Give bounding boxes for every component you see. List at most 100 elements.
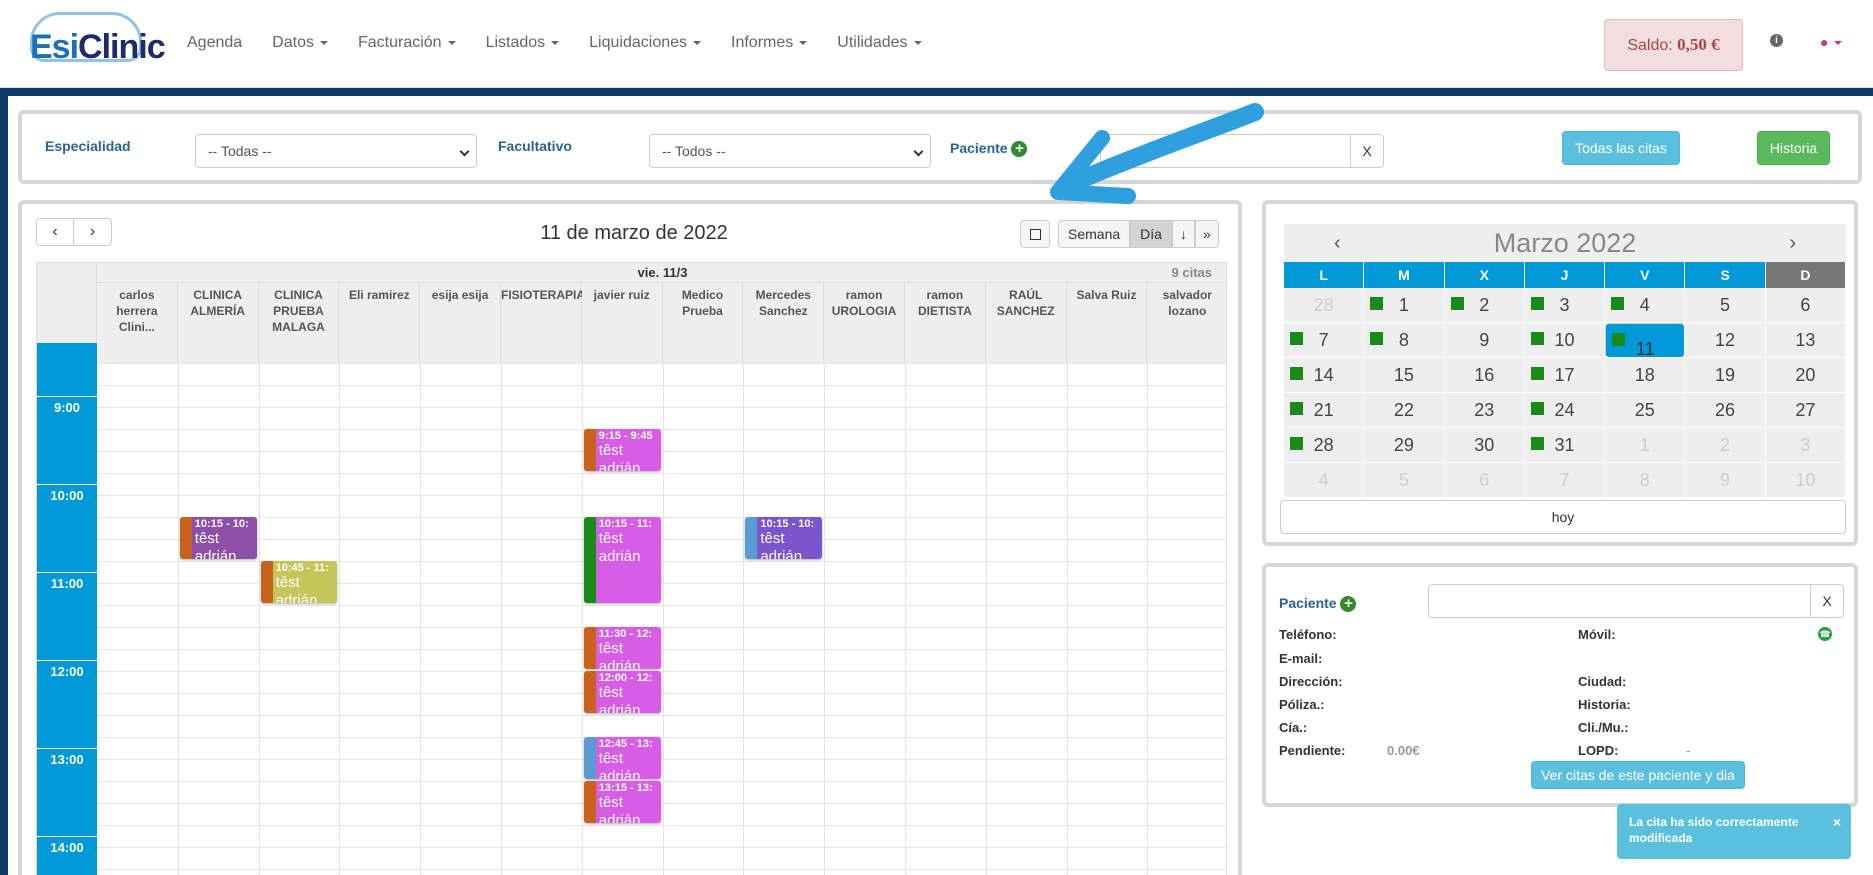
esiclinic-logo[interactable]: EsiClinic <box>22 10 166 72</box>
nav-item-agenda[interactable]: Agenda <box>172 34 257 52</box>
week-row: 28 29 30 31 1 2 3 <box>1284 428 1846 463</box>
day-cell[interactable]: 24 <box>1524 393 1606 428</box>
telefono-label: Teléfono: <box>1279 627 1337 642</box>
appointment[interactable]: 11:30 - 12: têst adrián <box>583 627 661 669</box>
nav-item-listados[interactable]: Listados <box>471 34 575 52</box>
day-cell[interactable]: 10 <box>1524 323 1606 358</box>
day-cell[interactable]: 8 <box>1605 463 1686 498</box>
facultativo-select[interactable]: -- Todos -- <box>649 134 931 168</box>
day-cell[interactable]: 20 <box>1765 358 1846 393</box>
column-header: javier ruiz <box>581 283 663 363</box>
nav-item-utilidades[interactable]: Utilidades <box>822 34 936 52</box>
day-cell[interactable]: 21 <box>1284 393 1365 428</box>
appointment[interactable]: 10:15 - 10: têst adrián <box>179 517 257 559</box>
slot-line <box>97 715 1226 716</box>
day-cell[interactable]: 6 <box>1765 288 1846 323</box>
slot-line <box>97 429 1226 430</box>
patient-search-input[interactable] <box>1428 584 1814 618</box>
next-month-button[interactable]: › <box>1789 232 1796 255</box>
day-cell[interactable]: 30 <box>1444 428 1525 463</box>
slot-line <box>97 693 1226 694</box>
slot-line <box>97 737 1226 738</box>
day-cell[interactable]: 11 <box>1605 323 1686 359</box>
expand-icon[interactable]: » <box>1194 220 1219 248</box>
day-cell[interactable]: 15 <box>1364 358 1445 393</box>
day-cell[interactable]: 28 <box>1284 428 1365 463</box>
day-cell[interactable]: 3 <box>1765 428 1846 463</box>
day-cell[interactable]: 16 <box>1444 358 1525 393</box>
day-cell[interactable]: 28 <box>1284 288 1365 323</box>
appointment[interactable]: 12:00 - 12: têst adrián <box>583 671 661 713</box>
info-icon[interactable]: i <box>1770 34 1783 47</box>
column-divider <box>177 363 179 875</box>
nav-item-liquidaciones[interactable]: Liquidaciones <box>574 34 716 52</box>
day-cell[interactable]: 22 <box>1364 393 1445 428</box>
day-cell[interactable]: 5 <box>1685 288 1766 323</box>
collapse-icon[interactable]: ↓ <box>1171 220 1195 248</box>
appointment[interactable]: 10:15 - 11: têst adrián <box>583 517 661 603</box>
day-cell[interactable]: 12 <box>1685 323 1766 358</box>
print-button[interactable] <box>1020 220 1050 248</box>
column-header: CLINICA PRUEBA MALAGA <box>258 283 340 363</box>
today-button[interactable]: hoy <box>1280 500 1846 534</box>
day-cell[interactable]: 25 <box>1605 393 1686 428</box>
day-cell[interactable]: 2 <box>1444 288 1525 323</box>
week-view-button[interactable]: Semana <box>1058 220 1131 248</box>
day-cell[interactable]: 19 <box>1685 358 1766 393</box>
day-cell[interactable]: 27 <box>1765 393 1846 428</box>
especialidad-select[interactable]: -- Todas -- <box>195 134 477 168</box>
day-cell[interactable]: 9 <box>1444 323 1525 358</box>
day-cell[interactable]: 13 <box>1765 323 1846 358</box>
day-view-button[interactable]: Día <box>1130 220 1172 248</box>
day-cell[interactable]: 14 <box>1284 358 1365 393</box>
user-menu[interactable]: ● <box>1820 34 1843 50</box>
filter-panel: Especialidad -- Todas -- Facultativo -- … <box>18 110 1862 184</box>
patient-clear-button[interactable]: X <box>1810 584 1844 618</box>
day-cell[interactable]: 31 <box>1524 428 1606 463</box>
appointment[interactable]: 12:45 - 13: têst adrián <box>583 737 661 779</box>
weekday-label: X <box>1444 262 1525 288</box>
add-patient-icon[interactable]: + <box>1011 141 1028 158</box>
nav-item-informes[interactable]: Informes <box>716 34 822 52</box>
day-cell[interactable]: 7 <box>1524 463 1606 498</box>
appointment[interactable]: 13:15 - 13: têst adrián <box>583 781 661 823</box>
column-divider <box>501 363 502 875</box>
day-cell[interactable]: 4 <box>1605 288 1686 323</box>
day-cell[interactable]: 18 <box>1605 358 1686 393</box>
day-cell[interactable]: 9 <box>1685 463 1766 498</box>
day-cell[interactable]: 26 <box>1685 393 1766 428</box>
prev-month-button[interactable]: ‹ <box>1334 232 1341 255</box>
day-cell[interactable]: 6 <box>1444 463 1525 498</box>
close-icon[interactable]: × <box>1833 814 1841 830</box>
saldo-badge[interactable]: Saldo: 0,50 € <box>1604 19 1743 71</box>
day-cell[interactable]: 7 <box>1284 323 1365 358</box>
appointment-time: 9:15 - 9:45 <box>598 430 653 442</box>
appointment-count: 9 citas <box>1171 265 1212 280</box>
day-cell[interactable]: 2 <box>1685 428 1766 463</box>
appointment[interactable]: 9:15 - 9:45 têst adrián <box>583 429 661 471</box>
add-patient-icon[interactable]: + <box>1340 596 1357 613</box>
day-cell[interactable]: 8 <box>1364 323 1445 358</box>
day-cell[interactable]: 5 <box>1364 463 1445 498</box>
todas-citas-button[interactable]: Todas las citas <box>1562 131 1680 165</box>
day-cell[interactable]: 3 <box>1524 288 1606 323</box>
day-cell[interactable]: 23 <box>1444 393 1525 428</box>
paciente-clear-button[interactable]: X <box>1350 134 1384 168</box>
ver-citas-button[interactable]: Ver citas de este paciente y dia <box>1531 761 1745 789</box>
day-cell[interactable]: 17 <box>1524 358 1606 393</box>
nav-item-facturacion[interactable]: Facturación <box>343 34 471 52</box>
appointment[interactable]: 10:45 - 11: têst adrián <box>260 561 338 603</box>
column-header: Medico Prueba <box>662 283 744 363</box>
day-cell[interactable]: 29 <box>1364 428 1445 463</box>
appointment-patient: têst adrián <box>598 750 641 779</box>
whatsapp-icon[interactable]: ☎ <box>1818 627 1832 641</box>
day-cell[interactable]: 4 <box>1284 463 1365 498</box>
day-cell[interactable]: 10 <box>1765 463 1846 498</box>
appointment[interactable]: 10:15 - 10: têst adrián <box>745 517 823 559</box>
chevron-down-icon <box>1834 41 1843 46</box>
nav-item-datos[interactable]: Datos <box>257 34 343 52</box>
day-cell[interactable]: 1 <box>1605 428 1686 463</box>
historia-button[interactable]: Historia <box>1757 131 1830 165</box>
slot-line <box>97 407 1226 408</box>
day-cell[interactable]: 1 <box>1364 288 1445 323</box>
